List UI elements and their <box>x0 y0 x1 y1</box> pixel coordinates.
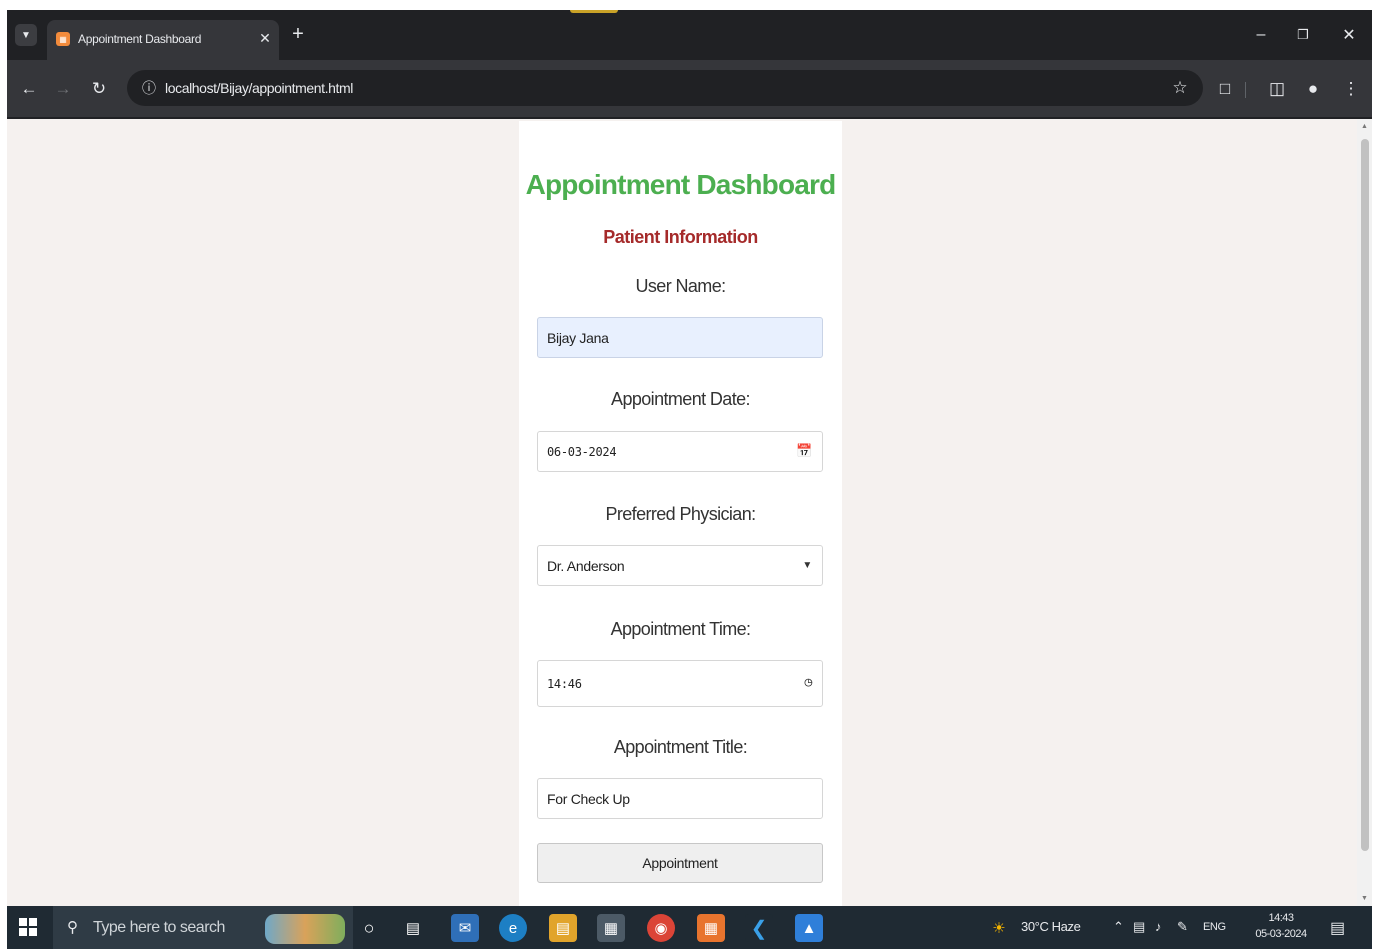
page-title: Appointment Dashboard <box>525 169 837 200</box>
chevron-down-icon: ▼ <box>802 560 812 571</box>
mail-icon[interactable]: ✉ <box>451 914 479 942</box>
volume-icon[interactable]: ♪ <box>1155 919 1162 934</box>
window-close-button[interactable]: ✕ <box>1338 24 1360 46</box>
reload-icon[interactable]: ↻ <box>87 77 111 101</box>
search-placeholder: Type here to search <box>93 919 225 936</box>
minimize-button[interactable]: – <box>1250 24 1272 46</box>
search-icon: ⚲ <box>67 919 78 936</box>
tab-title: Appointment Dashboard <box>78 32 202 46</box>
task-view-icon[interactable]: ▤ <box>399 914 427 942</box>
toolbar-divider <box>1245 82 1246 98</box>
chevron-down-icon: ▼ <box>21 29 31 41</box>
menu-kebab-icon[interactable]: ⋮ <box>1339 77 1363 101</box>
pen-icon[interactable]: ✎ <box>1177 919 1188 935</box>
edge-icon[interactable]: e <box>499 914 527 942</box>
tab-strip: ▼ ▦ Appointment Dashboard ✕ + – ❐ ✕ <box>7 10 1372 60</box>
weather-text[interactable]: 30°C Haze <box>1021 919 1081 934</box>
network-icon[interactable]: ▤ <box>1133 919 1145 935</box>
forward-arrow-icon[interactable]: → <box>51 77 75 101</box>
chrome-icon[interactable]: ◉ <box>647 914 675 942</box>
appointment-submit-button[interactable]: Appointment <box>537 843 823 883</box>
page-scrollbar[interactable]: ▲ ▼ <box>1357 119 1372 906</box>
section-subtitle: Patient Information <box>603 227 758 247</box>
notification-icon[interactable]: ▤ <box>1330 918 1345 938</box>
url-text[interactable]: localhost/Bijay/appointment.html <box>165 80 353 96</box>
pinned-app-icon[interactable]: ▲ <box>795 914 823 942</box>
weather-icon[interactable]: ☀ <box>987 914 1011 942</box>
appointment-title-label: Appointment Title: <box>613 737 748 757</box>
appointment-date-input[interactable]: 06-03-2024 📅 <box>537 431 823 472</box>
xampp-icon[interactable]: ▦ <box>697 914 725 942</box>
browser-window: ▼ ▦ Appointment Dashboard ✕ + – ❐ ✕ ← → … <box>7 10 1372 949</box>
chevron-up-icon[interactable]: ⌃ <box>1113 919 1124 935</box>
appointment-time-input[interactable]: 14:46 ◷ <box>537 660 823 707</box>
clock-time: 14:43 <box>1268 912 1294 924</box>
user-name-input[interactable]: Bijay Jana <box>537 317 823 358</box>
tab-search-button[interactable]: ▼ <box>15 24 37 46</box>
page-viewport: Appointment Dashboard Patient Informatio… <box>7 119 1372 906</box>
taskbar-clock[interactable]: 14:43 05-03-2024 <box>1251 910 1311 942</box>
appointment-date-value: 06-03-2024 <box>547 444 617 459</box>
file-explorer-icon[interactable]: ▤ <box>549 914 577 942</box>
appointment-date-label: Appointment Date: <box>611 389 750 409</box>
calendar-icon[interactable]: 📅 <box>796 444 812 459</box>
physician-select[interactable]: Dr. Anderson ▼ <box>537 545 823 586</box>
taskbar-search[interactable]: ⚲ Type here to search <box>53 906 353 949</box>
bookmark-star-icon[interactable]: ☆ <box>1169 77 1191 99</box>
appointment-time-value: 14:46 <box>547 676 582 691</box>
extensions-icon[interactable]: □ <box>1213 77 1237 101</box>
search-highlight-image <box>265 914 345 944</box>
close-icon[interactable]: ✕ <box>256 29 274 47</box>
site-info-icon[interactable]: ⓘ <box>139 78 159 98</box>
user-name-value: Bijay Jana <box>547 329 609 346</box>
physician-label: Preferred Physician: <box>605 504 756 524</box>
appointment-title-input[interactable]: For Check Up <box>537 778 823 819</box>
appointment-title-value: For Check Up <box>547 790 630 807</box>
scroll-down-icon[interactable]: ▼ <box>1361 895 1368 902</box>
clock-icon[interactable]: ◷ <box>804 675 812 690</box>
active-tab[interactable]: ▦ Appointment Dashboard ✕ <box>47 20 279 60</box>
restore-button[interactable]: ❐ <box>1292 24 1314 46</box>
vscode-icon[interactable]: ❮ <box>745 914 773 942</box>
clock-date: 05-03-2024 <box>1255 928 1307 940</box>
language-indicator[interactable]: ENG <box>1203 921 1226 933</box>
cortana-icon[interactable]: ○ <box>355 914 383 942</box>
physician-value: Dr. Anderson <box>547 557 625 574</box>
scroll-up-icon[interactable]: ▲ <box>1361 123 1368 130</box>
browser-toolbar: ← → ↻ ⓘ localhost/Bijay/appointment.html… <box>7 60 1372 118</box>
windows-start-icon[interactable] <box>19 918 37 936</box>
profile-avatar-icon[interactable]: ● <box>1301 77 1325 101</box>
address-bar[interactable]: ⓘ localhost/Bijay/appointment.html ☆ <box>127 70 1203 106</box>
appointment-time-label: Appointment Time: <box>610 619 751 639</box>
appointment-form-card: Appointment Dashboard Patient Informatio… <box>519 121 842 906</box>
favicon-icon: ▦ <box>56 32 70 46</box>
store-icon[interactable]: ▦ <box>597 914 625 942</box>
tab-indicator <box>570 10 618 13</box>
new-tab-button[interactable]: + <box>287 24 309 46</box>
side-panel-icon[interactable]: ◫ <box>1265 77 1289 101</box>
scroll-thumb[interactable] <box>1361 139 1369 851</box>
windows-taskbar: ⚲ Type here to search ○ ▤ ✉ e ▤ ▦ ◉ ▦ ❮ … <box>7 906 1372 949</box>
user-name-label: User Name: <box>635 276 726 296</box>
back-arrow-icon[interactable]: ← <box>17 77 41 101</box>
